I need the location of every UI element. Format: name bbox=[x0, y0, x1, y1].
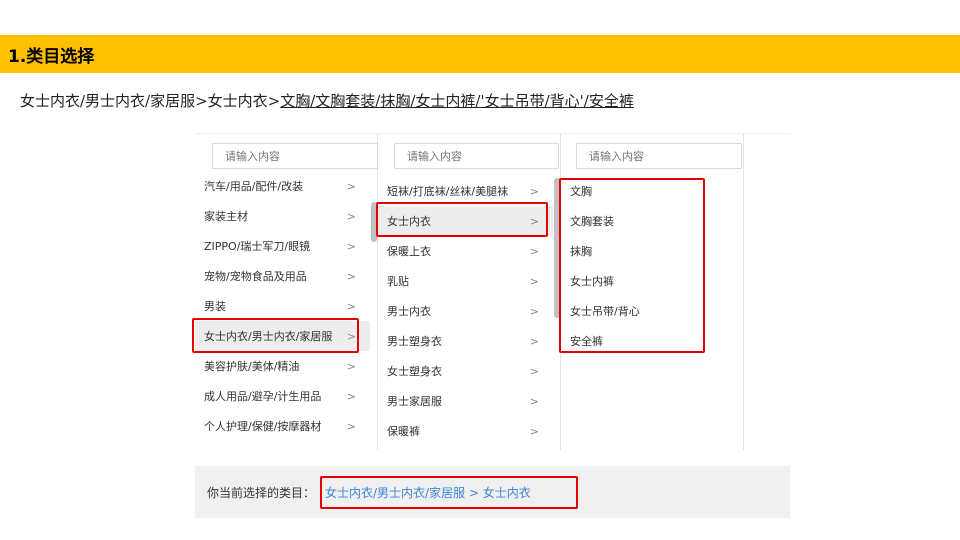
level2-item-label: 男士家居服 bbox=[387, 395, 442, 408]
level3-item-label: 安全裤 bbox=[570, 335, 603, 348]
level3-item-label: 文胸套装 bbox=[570, 215, 614, 228]
breadcrumb-prefix: 女士内衣/男士内衣/家居服>女士内衣> bbox=[20, 92, 281, 110]
category-column-level1: 汽车/用品/配件/改装>家装主材>ZIPPO/瑞士军刀/眼镜>宠物/宠物食品及用… bbox=[195, 134, 378, 450]
chevron-right-icon: > bbox=[529, 334, 539, 348]
level1-item-label: ZIPPO/瑞士军刀/眼镜 bbox=[204, 240, 311, 253]
level2-item-label: 保暖裤 bbox=[387, 425, 420, 438]
level1-item-label: 成人用品/避孕/计生用品 bbox=[204, 390, 322, 403]
chevron-right-icon: > bbox=[346, 209, 356, 223]
level2-item[interactable]: 男士内衣 > bbox=[378, 296, 553, 326]
current-category-bar: 你当前选择的类目： 女士内衣/男士内衣/家居服 > 女士内衣 bbox=[195, 466, 790, 518]
chevron-right-icon: > bbox=[346, 329, 356, 343]
category-picker: 汽车/用品/配件/改装>家装主材>ZIPPO/瑞士军刀/眼镜>宠物/宠物食品及用… bbox=[192, 133, 790, 450]
level3-item[interactable]: 女士吊带/背心 bbox=[561, 296, 736, 326]
category-column-level2: 短袜/打底袜/丝袜/美腿袜>女士内衣>保暖上衣>乳贴>男士内衣>男士塑身衣>女士… bbox=[378, 134, 561, 450]
category-column-level3: 文胸文胸套装抹胸女士内裤女士吊带/背心安全裤 bbox=[561, 134, 744, 450]
level2-search-input[interactable] bbox=[394, 143, 559, 169]
level2-item-label: 男士塑身衣 bbox=[387, 335, 442, 348]
chevron-right-icon: > bbox=[529, 274, 539, 288]
chevron-right-icon: > bbox=[529, 394, 539, 408]
level1-scrollbar[interactable] bbox=[371, 202, 377, 242]
level1-item-label: 汽车/用品/配件/改装 bbox=[204, 180, 304, 193]
chevron-right-icon: > bbox=[529, 244, 539, 258]
level1-item[interactable]: 美容护肤/美体/精油 > bbox=[195, 351, 370, 381]
chevron-right-icon: > bbox=[346, 269, 356, 283]
chevron-right-icon: > bbox=[529, 304, 539, 318]
level3-item[interactable]: 文胸 bbox=[561, 176, 736, 206]
level2-item[interactable]: 女士内衣 > bbox=[378, 206, 553, 236]
level2-item[interactable]: 男士塑身衣 > bbox=[378, 326, 553, 356]
level2-item[interactable]: 短袜/打底袜/丝袜/美腿袜 > bbox=[378, 176, 553, 206]
level1-item[interactable]: 宠物/宠物食品及用品 > bbox=[195, 261, 370, 291]
chevron-right-icon: > bbox=[529, 364, 539, 378]
level1-item[interactable]: 个人护理/保健/按摩器材 > bbox=[195, 411, 370, 441]
level3-item[interactable]: 安全裤 bbox=[561, 326, 736, 356]
chevron-right-icon: > bbox=[346, 299, 356, 313]
level1-item[interactable]: 汽车/用品/配件/改装 > bbox=[195, 171, 370, 201]
level2-scrollbar[interactable] bbox=[554, 178, 560, 318]
level3-item-label: 文胸 bbox=[570, 185, 592, 198]
level2-item-label: 乳贴 bbox=[387, 275, 409, 288]
chevron-right-icon: > bbox=[346, 419, 356, 433]
level1-item-label: 美容护肤/美体/精油 bbox=[204, 360, 300, 373]
level2-item[interactable]: 保暖上衣 > bbox=[378, 236, 553, 266]
level1-item-label: 个人护理/保健/按摩器材 bbox=[204, 420, 322, 433]
level1-item[interactable]: ZIPPO/瑞士军刀/眼镜 > bbox=[195, 231, 370, 261]
level3-item[interactable]: 女士内裤 bbox=[561, 266, 736, 296]
chevron-right-icon: > bbox=[529, 184, 539, 198]
level3-item[interactable]: 抹胸 bbox=[561, 236, 736, 266]
section-title-bar: 1.类目选择 bbox=[0, 35, 960, 73]
category-breadcrumb-text: 女士内衣/男士内衣/家居服>女士内衣>文胸/文胸套装/抹胸/女士内裤/'女士吊带… bbox=[20, 90, 634, 111]
breadcrumb-leaf-list: 文胸/文胸套装/抹胸/女士内裤/'女士吊带/背心'/安全裤 bbox=[280, 92, 634, 110]
level3-item-label: 女士吊带/背心 bbox=[570, 305, 640, 318]
level2-item[interactable]: 男士家居服 > bbox=[378, 386, 553, 416]
current-category-path[interactable]: 女士内衣/男士内衣/家居服 > 女士内衣 bbox=[325, 484, 531, 501]
level1-item-label: 宠物/宠物食品及用品 bbox=[204, 270, 307, 283]
chevron-right-icon: > bbox=[346, 359, 356, 373]
chevron-right-icon: > bbox=[346, 179, 356, 193]
level1-item[interactable]: 家装主材 > bbox=[195, 201, 370, 231]
level2-item[interactable]: 乳贴 > bbox=[378, 266, 553, 296]
level1-item[interactable]: 女士内衣/男士内衣/家居服 > bbox=[195, 321, 370, 351]
level1-item[interactable]: 男装 > bbox=[195, 291, 370, 321]
level2-item-label: 女士内衣 bbox=[387, 215, 431, 228]
level3-item-label: 女士内裤 bbox=[570, 275, 614, 288]
section-title: 1.类目选择 bbox=[8, 46, 95, 67]
level1-item-label: 家装主材 bbox=[204, 210, 248, 223]
chevron-right-icon: > bbox=[529, 214, 539, 228]
level3-item-label: 抹胸 bbox=[570, 245, 592, 258]
level1-item-label: 女士内衣/男士内衣/家居服 bbox=[204, 330, 333, 343]
level2-item[interactable]: 保暖裤 > bbox=[378, 416, 553, 446]
level3-search-input[interactable] bbox=[576, 143, 742, 169]
level1-item[interactable]: 成人用品/避孕/计生用品 > bbox=[195, 381, 370, 411]
level1-item-label: 男装 bbox=[204, 300, 226, 313]
chevron-right-icon: > bbox=[529, 424, 539, 438]
level3-item[interactable]: 文胸套装 bbox=[561, 206, 736, 236]
level2-item[interactable]: 女士塑身衣 > bbox=[378, 356, 553, 386]
level2-item-label: 保暖上衣 bbox=[387, 245, 431, 258]
level2-item-label: 短袜/打底袜/丝袜/美腿袜 bbox=[387, 185, 509, 198]
level1-search-input[interactable] bbox=[212, 143, 378, 169]
chevron-right-icon: > bbox=[346, 389, 356, 403]
current-category-label: 你当前选择的类目： bbox=[207, 485, 316, 500]
chevron-right-icon: > bbox=[346, 239, 356, 253]
level2-item-label: 男士内衣 bbox=[387, 305, 431, 318]
level2-item-label: 女士塑身衣 bbox=[387, 365, 442, 378]
